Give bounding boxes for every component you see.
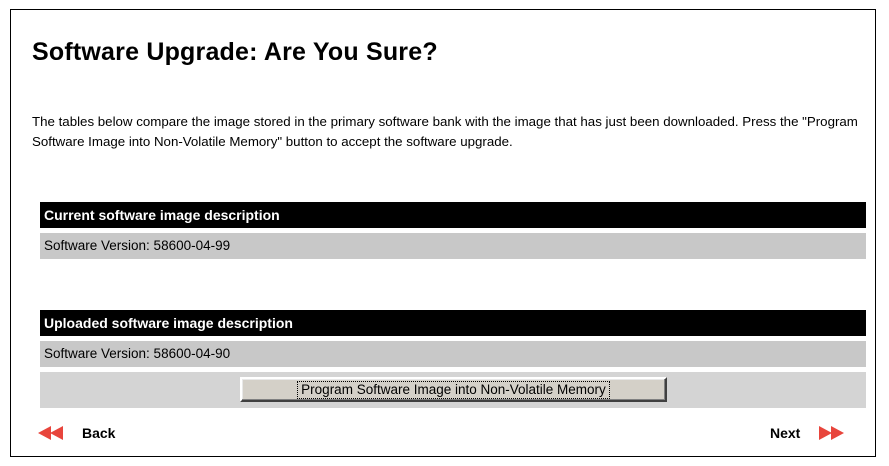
current-software-version: Software Version: 58600-04-99 <box>40 233 866 259</box>
program-button-label: Program Software Image into Non-Volatile… <box>297 380 610 399</box>
next-link[interactable]: Next <box>770 422 845 444</box>
double-arrow-right-icon <box>819 426 845 440</box>
page-title: Software Upgrade: Are You Sure? <box>32 38 438 66</box>
current-image-header: Current software image description <box>40 202 866 228</box>
back-label: Back <box>82 425 116 441</box>
program-software-image-button[interactable]: Program Software Image into Non-Volatile… <box>240 377 667 402</box>
uploaded-image-header: Uploaded software image description <box>40 310 866 336</box>
intro-text: The tables below compare the image store… <box>32 114 858 149</box>
back-link[interactable]: Back <box>38 422 115 444</box>
double-arrow-left-icon <box>38 426 63 440</box>
next-label: Next <box>770 425 801 441</box>
uploaded-software-version: Software Version: 58600-04-90 <box>40 341 866 367</box>
button-row: Program Software Image into Non-Volatile… <box>40 372 866 408</box>
